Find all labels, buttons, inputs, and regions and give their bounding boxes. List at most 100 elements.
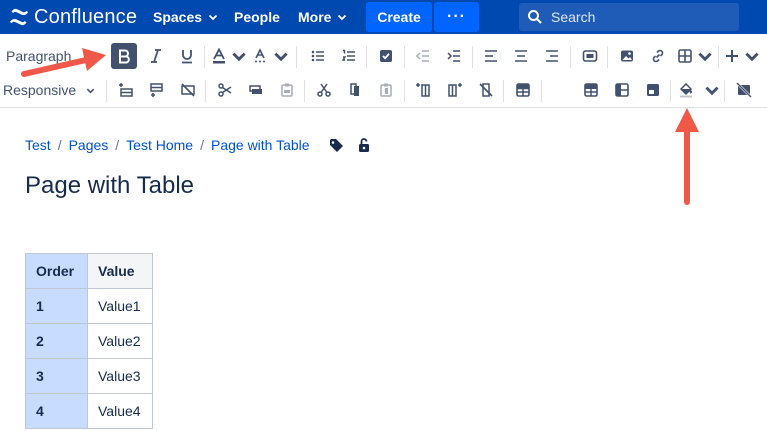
insert-row-after-button[interactable]	[144, 77, 170, 103]
create-button[interactable]: Create	[366, 2, 432, 32]
insert-column-after-icon	[448, 83, 462, 97]
delete-table-button[interactable]	[731, 77, 757, 103]
nav-people-link[interactable]: People	[234, 0, 280, 34]
paragraph-style-label: Paragraph	[6, 48, 72, 64]
breadcrumb-separator: /	[57, 137, 62, 153]
numbered-list-button[interactable]	[336, 43, 362, 69]
outdent-button[interactable]	[410, 43, 436, 69]
numbered-column-button[interactable]	[640, 77, 666, 103]
toolbar-divider	[106, 80, 107, 102]
toolbar-divider	[404, 80, 405, 102]
table-cell[interactable]: 4	[25, 393, 88, 429]
table-row: 2 Value2	[25, 323, 153, 359]
insert-row-before-button[interactable]	[113, 77, 139, 103]
copy-column-icon	[350, 83, 359, 96]
breadcrumb-link-current-page[interactable]: Page with Table	[211, 137, 310, 153]
indent-button[interactable]	[441, 43, 467, 69]
confluence-logo-link[interactable]: Confluence	[0, 0, 137, 34]
delete-column-button[interactable]	[473, 77, 499, 103]
italic-button[interactable]	[143, 43, 169, 69]
task-list-button[interactable]	[373, 43, 399, 69]
more-actions-button[interactable]: ···	[434, 2, 479, 32]
insert-column-after-button[interactable]	[442, 77, 468, 103]
content-table[interactable]: Order Value 1 Value1 2 Value2 3 Value3 4…	[25, 253, 153, 429]
bullet-list-icon	[311, 50, 324, 62]
page-title[interactable]: Page with Table	[25, 172, 194, 200]
table-cell[interactable]: Value3	[87, 358, 153, 394]
paste-row-button[interactable]	[274, 77, 300, 103]
chevron-down-icon	[232, 52, 246, 62]
insert-table-dropdown[interactable]	[676, 43, 714, 69]
insert-column-before-icon	[416, 83, 430, 97]
insert-more-dropdown[interactable]	[724, 43, 760, 69]
nav-spaces-dropdown[interactable]: Spaces	[153, 0, 218, 34]
page-layout-icon	[582, 50, 598, 62]
chevron-down-icon	[208, 14, 218, 21]
search-box[interactable]	[519, 3, 739, 31]
table-cell[interactable]: Value1	[87, 288, 153, 324]
chevron-down-icon	[698, 52, 712, 62]
paragraph-style-dropdown[interactable]: Paragraph	[6, 43, 71, 69]
table-cell[interactable]: Value2	[87, 323, 153, 359]
table-row: 1 Value1	[25, 288, 153, 324]
label-tag-icon[interactable]	[328, 137, 344, 153]
confluence-logo-icon	[9, 8, 29, 26]
table-row: 3 Value3	[25, 358, 153, 394]
unlocked-restrictions-icon[interactable]	[356, 137, 372, 153]
header-column-icon	[615, 83, 629, 97]
toolbar-divider	[366, 46, 367, 68]
paste-column-button[interactable]	[373, 77, 399, 103]
copy-column-button[interactable]	[342, 77, 368, 103]
copy-row-button[interactable]	[243, 77, 269, 103]
bullet-list-button[interactable]	[305, 43, 331, 69]
cut-column-button[interactable]	[311, 77, 337, 103]
bold-button[interactable]	[111, 43, 137, 69]
toolbar-divider	[724, 80, 725, 102]
align-left-button[interactable]	[478, 43, 504, 69]
table-cell[interactable]: 3	[25, 358, 88, 394]
insert-image-button[interactable]	[614, 43, 640, 69]
table-icon	[678, 49, 692, 63]
header-column-button[interactable]	[609, 77, 635, 103]
merge-cells-button[interactable]	[510, 77, 536, 103]
table-width-dropdown[interactable]: Responsive	[3, 77, 95, 103]
delete-row-button[interactable]	[175, 77, 201, 103]
table-row: 4 Value4	[25, 393, 153, 429]
breadcrumb: Test / Pages / Test Home / Page with Tab…	[25, 137, 372, 153]
underline-button[interactable]	[174, 43, 200, 69]
table-width-label: Responsive	[3, 82, 77, 98]
more-formatting-dropdown[interactable]	[253, 43, 289, 69]
arrow-to-cell-color-button	[675, 108, 699, 205]
delete-column-icon	[479, 83, 493, 97]
table-cell[interactable]: 1	[25, 288, 88, 324]
breadcrumb-link-pages[interactable]: Pages	[69, 137, 109, 153]
merge-cells-icon	[516, 83, 530, 97]
table-cell[interactable]: 2	[25, 323, 88, 359]
table-cell[interactable]: Value4	[87, 393, 153, 429]
copy-row-icon	[249, 85, 262, 94]
delete-row-icon	[181, 83, 195, 97]
header-row-button[interactable]	[578, 77, 604, 103]
cell-color-icon	[679, 82, 693, 98]
chevron-down-icon	[86, 88, 95, 93]
editor-toolbar-row-2: Responsive	[0, 72, 767, 108]
table-header-cell[interactable]: Order	[25, 253, 88, 289]
page-layout-button[interactable]	[577, 43, 603, 69]
cell-background-color-dropdown[interactable]	[677, 77, 721, 103]
breadcrumb-link-test-home[interactable]: Test Home	[126, 137, 193, 153]
chevron-down-icon	[705, 86, 719, 96]
align-center-button[interactable]	[508, 43, 534, 69]
align-right-button[interactable]	[539, 43, 565, 69]
cut-row-button[interactable]	[212, 77, 238, 103]
insert-column-before-button[interactable]	[411, 77, 437, 103]
align-right-icon	[546, 50, 558, 62]
breadcrumb-link-test[interactable]: Test	[25, 137, 51, 153]
bold-icon	[119, 49, 130, 64]
table-header-cell[interactable]: Value	[87, 253, 153, 289]
nav-more-dropdown[interactable]: More	[298, 0, 347, 34]
insert-link-button[interactable]	[645, 43, 671, 69]
table-header-row: Order Value	[25, 253, 153, 289]
search-input[interactable]	[551, 9, 731, 25]
text-color-dropdown[interactable]	[211, 43, 247, 69]
cut-row-icon	[218, 83, 232, 97]
